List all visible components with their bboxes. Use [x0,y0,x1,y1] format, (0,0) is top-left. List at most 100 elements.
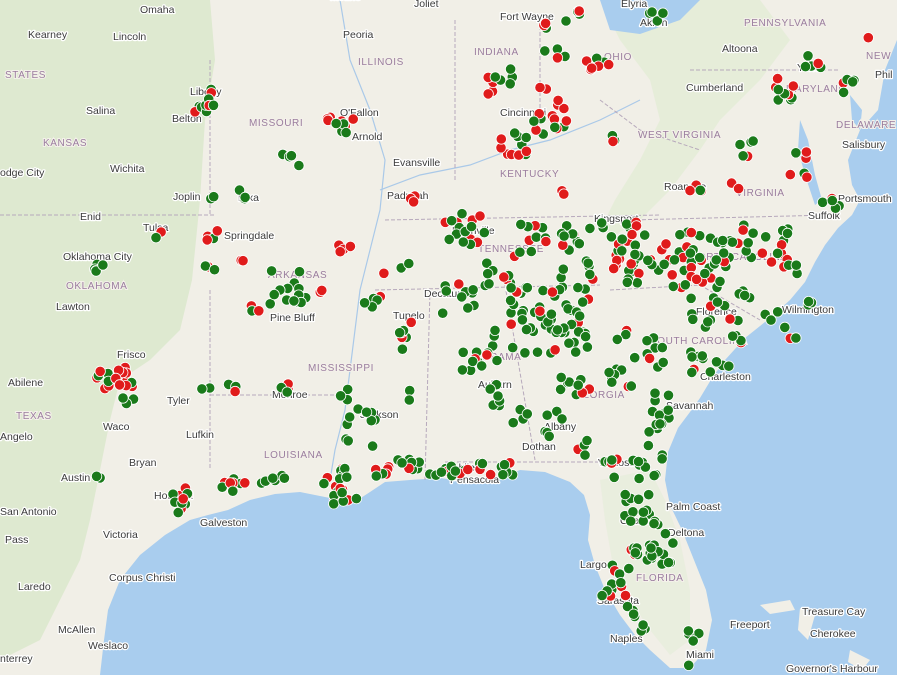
marker-red[interactable] [495,133,507,145]
marker-green[interactable] [657,7,669,19]
marker-green[interactable] [687,313,699,325]
marker-green[interactable] [702,316,714,328]
marker-green[interactable] [435,466,447,478]
marker-green[interactable] [227,485,239,497]
marker-green[interactable] [790,147,802,159]
marker-red[interactable] [540,235,552,248]
marker-green[interactable] [627,506,639,518]
marker-green[interactable] [330,117,342,130]
marker-green[interactable] [507,341,519,354]
marker-green[interactable] [476,360,488,372]
marker-green[interactable] [281,386,293,398]
marker-red[interactable] [787,80,799,92]
marker-green[interactable] [704,366,716,378]
marker-green[interactable] [208,191,220,203]
marker-red[interactable] [534,81,546,94]
marker-green[interactable] [694,252,706,264]
marker-green[interactable] [265,265,278,277]
marker-green[interactable] [462,302,474,314]
marker-red[interactable] [239,477,251,489]
marker-red[interactable] [539,17,552,30]
marker-green[interactable] [726,236,739,248]
marker-green[interactable] [437,307,449,319]
marker-green[interactable] [667,280,679,292]
marker-green[interactable] [648,517,660,530]
marker-red[interactable] [586,62,598,74]
marker-green[interactable] [642,254,654,266]
marker-green[interactable] [616,245,628,257]
marker-green[interactable] [633,472,645,485]
marker-green[interactable] [465,221,478,233]
marker-green[interactable] [456,291,468,303]
marker-red[interactable] [407,196,420,208]
marker-green[interactable] [608,471,620,483]
marker-green[interactable] [641,335,653,347]
marker-red[interactable] [608,262,620,275]
marker-green[interactable] [643,489,655,501]
marker-green[interactable] [208,264,221,276]
marker-red[interactable] [660,238,672,250]
marker-green[interactable] [403,257,415,270]
marker-green[interactable] [772,84,784,96]
marker-red[interactable] [784,169,796,181]
marker-green[interactable] [654,418,666,430]
marker-green[interactable] [765,314,777,326]
marker-red[interactable] [603,58,615,71]
marker-green[interactable] [520,131,532,144]
marker-green[interactable] [779,321,791,333]
marker-red[interactable] [573,5,585,17]
marker-green[interactable] [456,208,468,220]
marker-green[interactable] [657,356,669,368]
marker-green[interactable] [802,295,815,308]
marker-green[interactable] [525,245,537,258]
marker-green[interactable] [497,469,509,481]
marker-green[interactable] [734,138,746,151]
marker-green[interactable] [360,406,373,418]
marker-green[interactable] [629,248,641,260]
marker-red[interactable] [505,318,517,330]
marker-green[interactable] [483,278,495,290]
marker-green[interactable] [267,472,279,484]
marker-red[interactable] [344,240,356,252]
marker-green[interactable] [97,259,109,271]
marker-green[interactable] [516,314,529,326]
marker-red[interactable] [633,267,645,279]
marker-red[interactable] [684,185,696,197]
marker-green[interactable] [656,341,668,354]
marker-green[interactable] [403,394,415,406]
marker-red[interactable] [498,271,510,283]
marker-green[interactable] [555,371,567,383]
marker-green[interactable] [581,434,593,447]
marker-green[interactable] [440,285,452,297]
marker-green[interactable] [667,537,679,549]
marker-red[interactable] [484,468,497,481]
marker-green[interactable] [581,341,594,353]
marker-green[interactable] [520,323,533,336]
marker-green[interactable] [662,389,675,401]
marker-green[interactable] [727,330,739,342]
marker-green[interactable] [615,577,627,589]
marker-green[interactable] [541,409,553,421]
marker-green[interactable] [396,457,408,469]
marker-green[interactable] [577,296,589,308]
marker-green[interactable] [632,493,645,505]
marker-green[interactable] [685,292,697,304]
marker-green[interactable] [350,492,362,505]
marker-green[interactable] [625,515,637,527]
marker-green[interactable] [826,195,838,207]
marker-green[interactable] [642,439,655,452]
marker-red[interactable] [737,224,749,236]
marker-red[interactable] [800,146,813,158]
marker-green[interactable] [196,383,208,395]
marker-red[interactable] [557,239,569,251]
marker-green[interactable] [334,390,347,402]
marker-green[interactable] [467,284,479,296]
marker-red[interactable] [229,385,241,398]
marker-green[interactable] [747,227,759,239]
marker-green[interactable] [504,63,517,75]
marker-green[interactable] [742,237,754,249]
marker-red[interactable] [626,228,638,241]
marker-green[interactable] [616,233,628,245]
marker-green[interactable] [489,71,501,83]
marker-green[interactable] [342,435,354,447]
